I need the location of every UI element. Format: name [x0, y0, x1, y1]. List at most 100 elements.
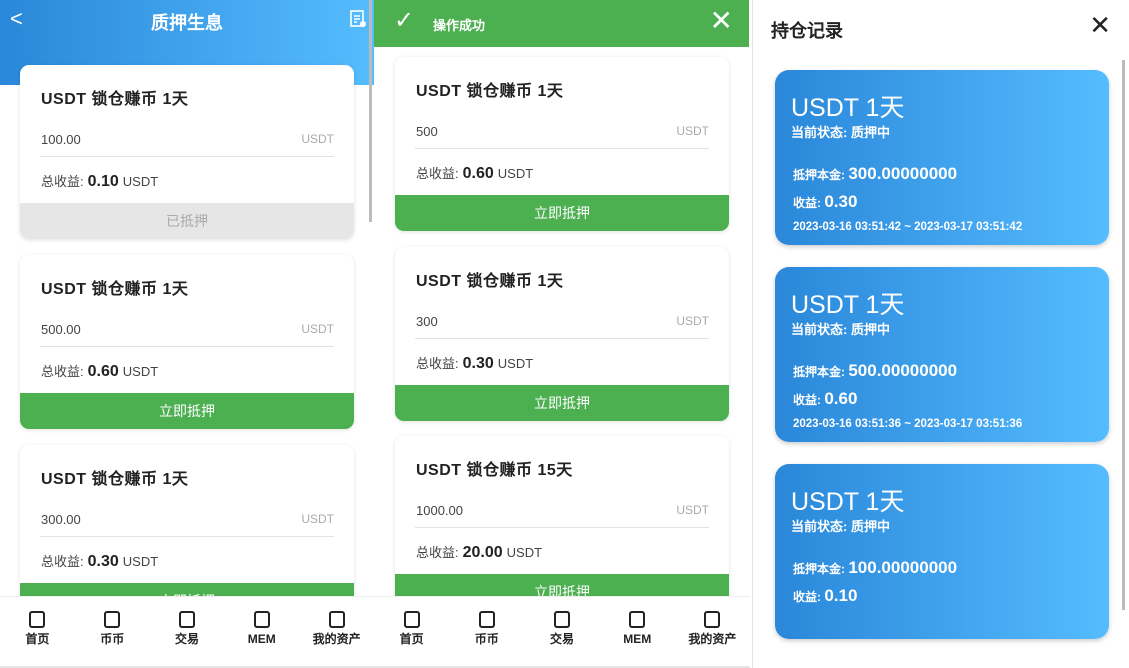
income-value: 0.60	[87, 363, 119, 380]
income-unit: USDT	[506, 545, 543, 560]
amount-unit: USDT	[301, 512, 334, 526]
principal-label: 抵押本金:	[793, 365, 845, 379]
record-income: 收益: 0.60	[793, 389, 857, 409]
income-label: 总收益:	[416, 355, 459, 371]
income-label: 总收益:	[41, 174, 84, 189]
amount-input[interactable]: 500.00	[41, 322, 81, 337]
income-unit: USDT	[122, 174, 159, 189]
amount-input[interactable]: 300	[416, 314, 438, 329]
mem-icon	[253, 611, 270, 628]
amount-input[interactable]: 1000.00	[416, 503, 463, 518]
record-name: USDT 1天	[791, 291, 905, 319]
nav-label: MEM	[247, 632, 276, 646]
product-title: USDT 锁仓赚币 1天	[416, 272, 564, 290]
drawer-title: 持仓记录	[771, 21, 843, 41]
amount-unit: USDT	[301, 132, 334, 146]
income-label: 总收益:	[41, 554, 84, 569]
record-name: USDT 1天	[791, 94, 905, 122]
product-title: USDT 锁仓赚币 1天	[416, 83, 564, 100]
input-underline	[415, 527, 709, 528]
home-icon	[403, 611, 420, 628]
amount-input[interactable]: 300.00	[41, 512, 81, 527]
total-income: 总收益: 0.30 USDT	[41, 551, 158, 571]
record-status: 当前状态: 质押中	[791, 322, 890, 337]
nav-label: 币币	[100, 632, 125, 646]
nav-item-mem[interactable]: MEM	[600, 597, 675, 666]
income-label: 总收益:	[41, 364, 84, 379]
input-underline	[40, 346, 334, 347]
bottom-nav: 首页 币币 交易 MEM 我的资产	[0, 596, 374, 668]
record-principal: 抵押本金: 300.00000000	[793, 164, 957, 184]
stake-now-button[interactable]: 立即抵押	[20, 393, 354, 429]
nav-item-home[interactable]: 首页	[374, 597, 449, 666]
income-value: 0.30	[462, 354, 494, 372]
income-value: 0.60	[462, 165, 494, 182]
close-drawer-button[interactable]: ✕	[1089, 10, 1111, 41]
principal-value: 300.00000000	[848, 164, 958, 183]
total-income: 总收益: 0.60 USDT	[41, 361, 158, 381]
record-status: 当前状态: 质押中	[791, 125, 890, 140]
close-toast-button[interactable]: ✕	[710, 4, 733, 37]
stake-now-button[interactable]: 立即抵押	[395, 195, 729, 231]
nav-label: 我的资产	[688, 632, 737, 646]
amount-unit: USDT	[676, 124, 709, 138]
income-label: 总收益:	[416, 166, 459, 181]
nav-item-wallet[interactable]: 我的资产	[675, 597, 750, 666]
toast-message: 操作成功	[433, 18, 486, 33]
holding-record-card[interactable]: USDT 1天 当前状态: 质押中 抵押本金: 100.00000000 收益:…	[775, 464, 1109, 639]
bottom-nav: 首页 币币 交易 MEM 我的资产	[374, 596, 750, 668]
holding-record-card[interactable]: USDT 1天 当前状态: 质押中 抵押本金: 300.00000000 收益:…	[775, 70, 1109, 245]
scrollbar[interactable]	[1122, 60, 1125, 610]
principal-label: 抵押本金:	[793, 168, 845, 182]
nav-label: 交易	[174, 632, 199, 646]
success-toast: ✓ 操作成功 ✕	[374, 0, 749, 47]
nav-item-home[interactable]: 首页	[0, 597, 75, 666]
record-period: 2023-03-16 03:51:42 ~ 2023-03-17 03:51:4…	[793, 221, 1023, 233]
amount-input[interactable]: 100.00	[41, 132, 81, 147]
wallet-icon	[328, 611, 345, 628]
nav-item-trade[interactable]: 交易	[150, 597, 225, 666]
nav-label: 我的资产	[312, 632, 361, 646]
income-value: 20.00	[462, 544, 503, 561]
home-icon	[29, 611, 46, 628]
stake-page-success: USDT 锁仓赚币 1天 500 USDT 总收益: 0.60 USDT 立即抵押 …	[374, 0, 750, 668]
exchange-icon	[478, 611, 495, 628]
principal-label: 抵押本金:	[793, 562, 845, 576]
income-label: 收益:	[793, 393, 821, 407]
product-title: USDT 锁仓赚币 1天	[41, 91, 189, 108]
nav-label: 首页	[25, 632, 50, 646]
income-unit: USDT	[497, 166, 534, 181]
nav-label: MEM	[623, 632, 652, 646]
record-principal: 抵押本金: 500.00000000	[793, 361, 957, 381]
nav-item-trade[interactable]: 交易	[524, 597, 599, 666]
input-underline	[415, 148, 709, 149]
trade-icon	[554, 611, 570, 628]
stake-product-card: USDT 锁仓赚币 1天 500 USDT 总收益: 0.60 USDT 立即抵押	[395, 57, 729, 231]
exchange-icon	[104, 611, 121, 628]
nav-item-mem[interactable]: MEM	[224, 597, 299, 666]
nav-label: 首页	[399, 632, 424, 646]
scrollbar[interactable]	[369, 0, 372, 222]
income-unit: USDT	[497, 355, 534, 371]
nav-item-exchange[interactable]: 币币	[75, 597, 150, 666]
holding-record-card[interactable]: USDT 1天 当前状态: 质押中 抵押本金: 500.00000000 收益:…	[775, 267, 1109, 442]
page-title: 质押生息	[151, 13, 223, 33]
product-title: USDT 锁仓赚币 1天	[41, 471, 189, 488]
total-income: 总收益: 0.60 USDT	[416, 163, 533, 183]
nav-item-wallet[interactable]: 我的资产	[299, 597, 374, 666]
nav-item-exchange[interactable]: 币币	[449, 597, 524, 666]
product-title: USDT 锁仓赚币 15天	[416, 462, 573, 479]
income-label: 总收益:	[416, 545, 459, 560]
record-income: 收益: 0.10	[793, 586, 857, 606]
amount-input[interactable]: 500	[416, 124, 438, 139]
input-underline	[40, 156, 334, 157]
records-icon[interactable]	[350, 10, 366, 28]
record-period: 2023-03-16 03:51:36 ~ 2023-03-17 03:51:3…	[793, 418, 1023, 430]
stake-product-card: USDT 锁仓赚币 1天 300 USDT 总收益: 0.30 USDT 立即抵押	[395, 246, 729, 421]
record-income: 收益: 0.30	[793, 192, 857, 212]
total-income: 总收益: 0.30 USDT	[416, 353, 533, 373]
amount-unit: USDT	[676, 503, 709, 517]
principal-value: 100.00000000	[848, 558, 958, 577]
stake-page: < 质押生息 USDT 锁仓赚币 1天 100.00 USDT 总收益: 0.10…	[0, 0, 374, 668]
stake-now-button[interactable]: 立即抵押	[395, 384, 729, 421]
